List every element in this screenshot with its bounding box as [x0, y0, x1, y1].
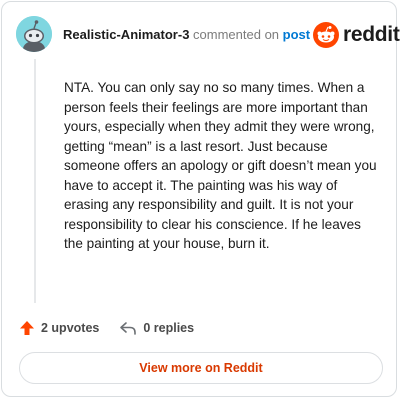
- comment-card: Realistic-Animator-3 commented on post r…: [1, 1, 400, 397]
- view-more-button[interactable]: View more on Reddit: [19, 352, 383, 384]
- reddit-brand[interactable]: reddit: [313, 22, 400, 48]
- reply-arrow-icon: [120, 322, 137, 335]
- comment-body: NTA. You can only say no so many times. …: [64, 80, 377, 251]
- upvote-count: 2 upvotes: [41, 321, 100, 335]
- upvote-button[interactable]: 2 upvotes: [19, 320, 99, 336]
- post-link[interactable]: post: [283, 27, 310, 42]
- comment-header: Realistic-Animator-3 commented on post: [63, 27, 310, 43]
- snoo-avatar-icon[interactable]: [16, 16, 52, 52]
- replies-count: 0 replies: [143, 321, 195, 335]
- author-name[interactable]: Realistic-Animator-3: [63, 27, 189, 42]
- reddit-wordmark: reddit: [343, 23, 400, 46]
- commented-on-text: commented on: [193, 27, 280, 42]
- thread-line: [34, 59, 36, 303]
- comment-actions: 2 upvotes 0 replies: [19, 320, 194, 336]
- upvote-arrow-icon: [20, 321, 34, 335]
- reddit-logo-icon: [313, 22, 339, 48]
- replies-button[interactable]: 0 replies: [119, 320, 194, 336]
